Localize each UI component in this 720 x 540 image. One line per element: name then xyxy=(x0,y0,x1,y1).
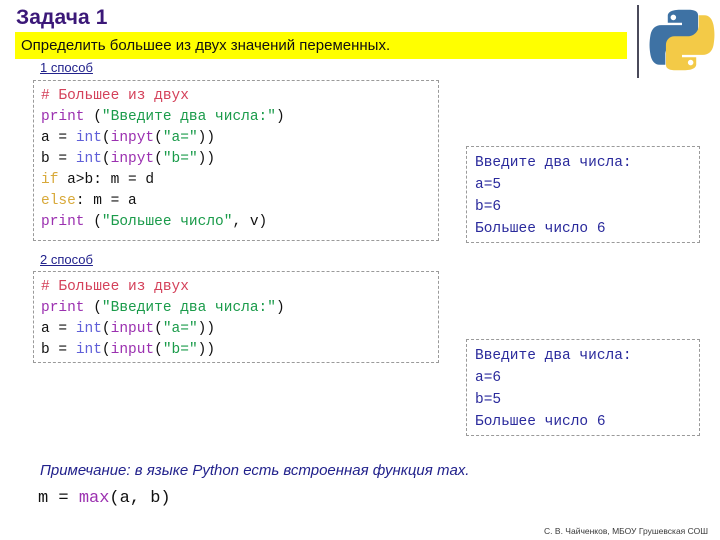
output-block-method-2: Введите два числа: a=6 b=5 Большее число 6 xyxy=(466,339,700,436)
output-block-method-1: Введите два числа: a=5 b=6 Большее число 6 xyxy=(466,146,700,243)
vertical-divider xyxy=(637,5,639,78)
output-line: Введите два числа: xyxy=(475,155,632,171)
task-banner: Определить большее из двух значений пере… xyxy=(15,32,627,59)
task-description: Определить большее из двух значений пере… xyxy=(21,37,391,54)
output-line: a=5 xyxy=(475,177,502,193)
output-lines-method-2: Введите два числа: a=6 b=5 Большее число 6 xyxy=(467,340,699,433)
output-line: b=5 xyxy=(475,392,502,408)
method-1-label: 1 способ xyxy=(40,60,93,75)
code-lines-method-1: # Большее из двух print ("Введите два чис… xyxy=(34,81,438,233)
code-line: a = int(input("a=")) xyxy=(41,321,216,337)
code-line: a = int(inpyt("a=")) xyxy=(41,130,216,146)
method-2-label: 2 способ xyxy=(40,252,93,267)
output-line: Введите два числа: xyxy=(475,348,632,364)
code-line: if a>b: m = d xyxy=(41,172,155,188)
code-line: print ("Введите два числа:") xyxy=(41,300,285,316)
max-formula: m = max(a, b) xyxy=(38,489,171,508)
code-block-method-2: # Большее из двух print ("Введите два чис… xyxy=(33,271,439,363)
output-line: a=6 xyxy=(475,370,502,386)
output-line: Большее число 6 xyxy=(475,221,606,237)
page-title: Задача 1 xyxy=(16,6,108,29)
code-line: b = int(inpyt("b=")) xyxy=(41,151,216,167)
author-footer: С. В. Чайченков, МБОУ Грушевская СОШ xyxy=(544,526,708,536)
code-line: print ("Введите два числа:") xyxy=(41,109,285,125)
code-line: # Большее из двух xyxy=(41,88,189,104)
code-line: else: m = a xyxy=(41,193,137,209)
code-line: print ("Большее число", v) xyxy=(41,214,268,230)
output-line: Большее число 6 xyxy=(475,414,606,430)
code-block-method-1: # Большее из двух print ("Введите два чис… xyxy=(33,80,439,241)
output-lines-method-1: Введите два числа: a=5 b=6 Большее число 6 xyxy=(467,147,699,240)
note-text: Примечание: в языке Python есть встроенн… xyxy=(40,462,470,479)
code-lines-method-2: # Большее из двух print ("Введите два чис… xyxy=(34,272,438,361)
code-line: # Большее из двух xyxy=(41,279,189,295)
output-line: b=6 xyxy=(475,199,502,215)
code-line: b = int(input("b=")) xyxy=(41,342,216,358)
python-logo xyxy=(648,5,716,75)
